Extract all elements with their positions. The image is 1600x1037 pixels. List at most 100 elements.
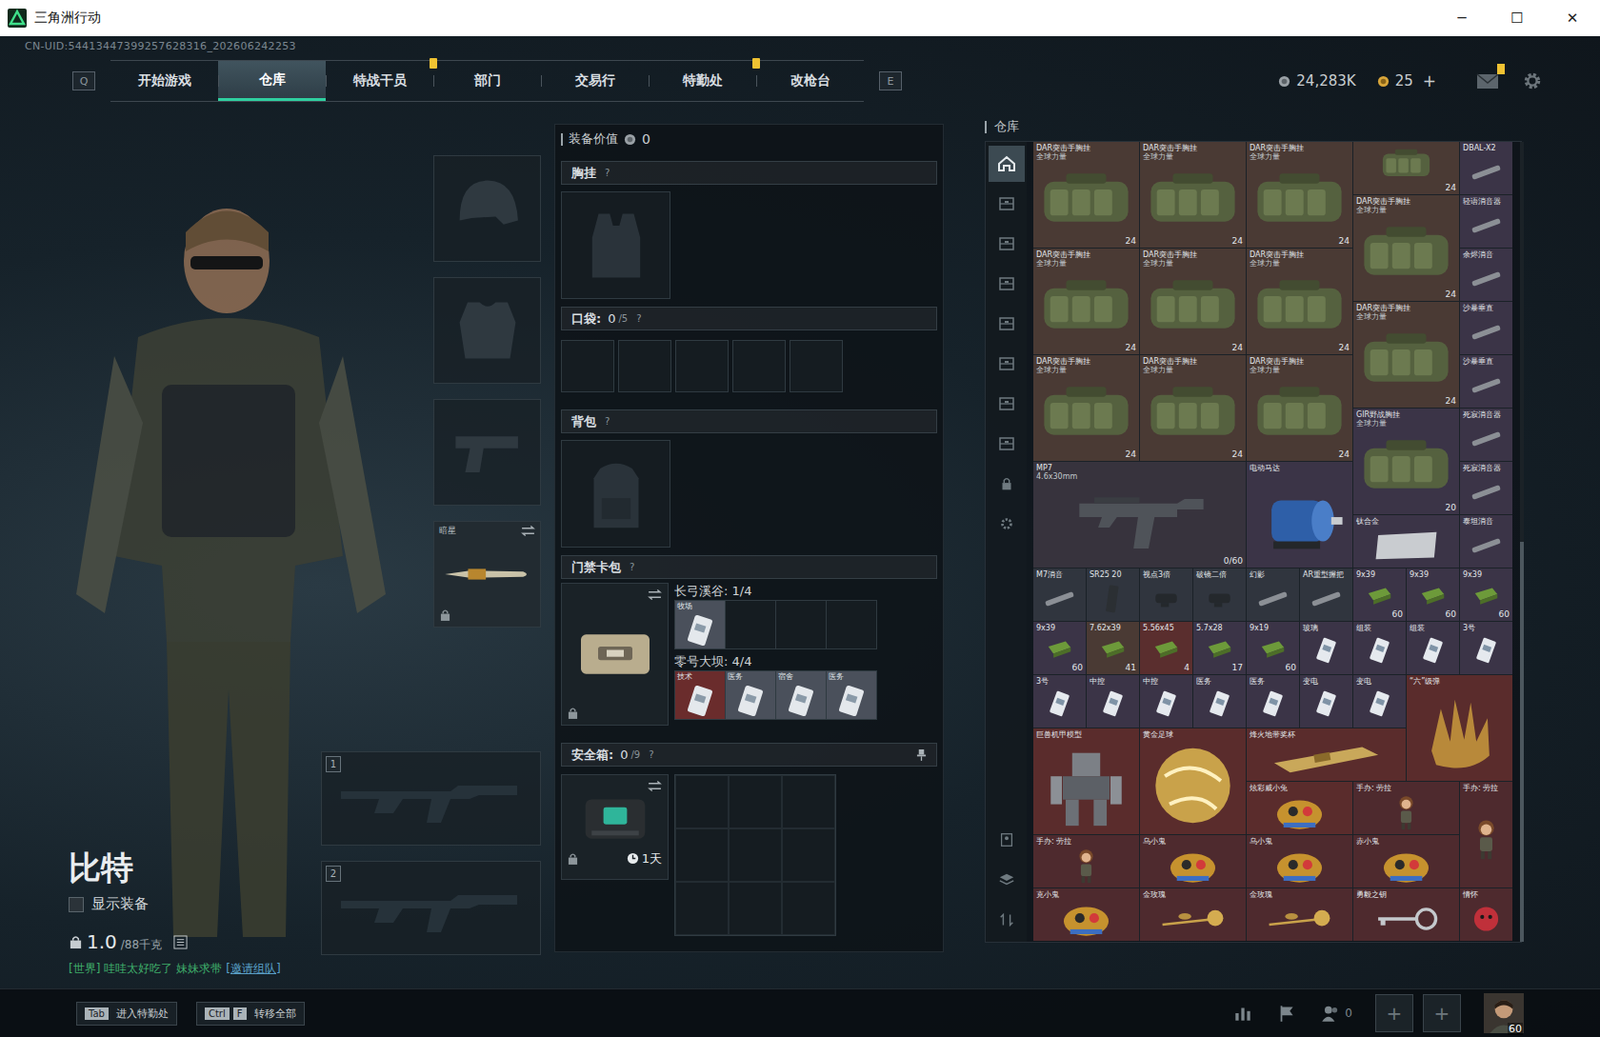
keycard-slot[interactable]: 技术 (675, 671, 726, 720)
warehouse-item[interactable]: 电动马达 (1246, 461, 1353, 568)
warehouse-item[interactable]: 5.56x454 (1140, 621, 1193, 675)
key-hint[interactable]: Tab进入特勤处 (76, 1001, 178, 1026)
equipment-slot[interactable]: 暗星 (433, 520, 541, 628)
warehouse-item[interactable]: DBAL-X2 (1460, 141, 1513, 195)
warehouse-item[interactable]: 组装 (1353, 621, 1406, 675)
warehouse-item[interactable]: 9x3960 (1353, 568, 1406, 621)
warehouse-item[interactable]: 乌小鬼 (1246, 835, 1353, 888)
warehouse-item[interactable]: 手办: 劳拉 (1460, 781, 1513, 888)
sort-icon[interactable] (998, 911, 1016, 929)
warehouse-item[interactable]: “六”级弹 (1406, 675, 1513, 781)
nav-tab[interactable]: 改枪台 (756, 60, 864, 101)
pocket-slot[interactable] (560, 340, 615, 393)
warehouse-item[interactable]: 克小鬼 (1033, 888, 1140, 941)
warehouse-scrollbar[interactable] (1520, 141, 1524, 942)
warehouse-item[interactable]: 沙暴垂直 (1460, 355, 1513, 408)
warehouse-item[interactable]: 9x3960 (1460, 568, 1513, 621)
team-count[interactable]: 0 (1320, 1002, 1353, 1024)
weapon-slot[interactable]: 1 (320, 751, 541, 846)
nav-tab[interactable]: 特战干员 (325, 60, 434, 101)
prev-tab-key[interactable]: Q (72, 71, 96, 91)
warehouse-item[interactable]: 余烬消音 (1460, 248, 1513, 301)
person-icon[interactable] (998, 831, 1016, 849)
help-button[interactable]: ? (629, 561, 635, 573)
nav-tab[interactable]: 部门 (433, 60, 541, 101)
warehouse-item[interactable]: DAR突击手胸挂全球力量24 (1246, 141, 1353, 248)
warehouse-item[interactable]: 7.62x3941 (1086, 621, 1140, 675)
warehouse-item[interactable]: 钛合金 (1353, 515, 1460, 568)
checkbox[interactable] (68, 897, 84, 913)
warehouse-item[interactable]: DAR突击手胸挂全球力量24 (1246, 355, 1353, 461)
secure-container-cell[interactable] (675, 775, 729, 829)
secure-container-cell[interactable] (675, 881, 729, 936)
warehouse-tab[interactable] (988, 345, 1025, 382)
nav-tab[interactable]: 仓库 (218, 60, 326, 101)
keycard-wallet-slot[interactable] (560, 582, 669, 726)
help-button[interactable]: ? (636, 313, 641, 324)
warehouse-item[interactable]: DAR突击手胸挂全球力量24 (1353, 195, 1460, 301)
warehouse-item[interactable]: 视点3倍 (1140, 568, 1193, 621)
warehouse-item[interactable]: 变电 (1300, 675, 1353, 728)
warehouse-tab[interactable] (988, 145, 1025, 182)
gear-icon[interactable] (998, 515, 1016, 533)
warehouse-item[interactable]: MP74.6x30mm0/60 (1033, 461, 1246, 568)
secure-container-cell[interactable] (728, 881, 782, 936)
warehouse-tab[interactable] (988, 265, 1025, 302)
nav-tab[interactable]: 开始游戏 (110, 60, 219, 101)
warehouse-item[interactable]: 乌小鬼 (1140, 835, 1246, 888)
warehouse-item[interactable]: DAR突击手胸挂全球力量24 (1033, 141, 1140, 248)
warehouse-item[interactable]: 9x3960 (1033, 621, 1086, 675)
pocket-slot[interactable] (675, 340, 729, 393)
warehouse-item[interactable]: 情怀 (1460, 888, 1513, 941)
warehouse-item[interactable]: 沙暴垂直 (1460, 301, 1513, 355)
warehouse-item[interactable]: 勇毅之钥 (1353, 888, 1460, 941)
window-control-button[interactable]: ✕ (1544, 0, 1600, 37)
warehouse-item[interactable]: 炫彩威小兔 (1246, 781, 1353, 835)
warehouse-item[interactable]: 死寂消音器 (1460, 461, 1513, 515)
warehouse-item[interactable]: DAR突击手胸挂全球力量24 (1140, 355, 1246, 461)
warehouse-item[interactable]: DAR突击手胸挂全球力量24 (1246, 248, 1353, 355)
warehouse-item[interactable]: 3号 (1033, 675, 1086, 728)
warehouse-item[interactable]: 组装 (1406, 621, 1460, 675)
warehouse-item[interactable]: 医务 (1246, 675, 1300, 728)
warehouse-tab[interactable] (988, 305, 1025, 342)
warehouse-item[interactable]: 3号 (1460, 621, 1513, 675)
swap-icon[interactable] (520, 525, 536, 537)
warehouse-item[interactable]: DAR突击手胸挂全球力量24 (1033, 355, 1140, 461)
warehouse-item[interactable]: AR重型握把 (1300, 568, 1353, 621)
warehouse-item[interactable]: 泰坦消音 (1460, 515, 1513, 568)
warehouse-item[interactable]: DAR突击手胸挂全球力量24 (1353, 301, 1460, 408)
secure-container-cell[interactable] (781, 775, 836, 829)
list-icon[interactable] (173, 935, 188, 950)
keycard-slot[interactable]: 医务 (826, 671, 877, 720)
mail-button[interactable] (1476, 71, 1501, 91)
warehouse-item[interactable]: 医务 (1193, 675, 1246, 728)
warehouse-item[interactable]: 金玫瑰 (1246, 888, 1353, 941)
warehouse-tab[interactable] (988, 425, 1025, 462)
backpack-slot[interactable] (560, 440, 671, 548)
invite-slot-button[interactable]: + (1422, 994, 1461, 1033)
warehouse-item[interactable]: DAR突击手胸挂全球力量24 (1140, 248, 1246, 355)
invite-link[interactable]: [邀请组队] (225, 960, 280, 978)
warehouse-item[interactable]: M7消音 (1033, 568, 1086, 621)
warehouse-item[interactable]: 9x1960 (1246, 621, 1300, 675)
pocket-slot[interactable] (732, 340, 786, 393)
warehouse-item[interactable]: 手办: 劳拉 (1353, 781, 1460, 835)
warehouse-item[interactable]: 中控 (1140, 675, 1193, 728)
warehouse-item[interactable]: 轻语消音器 (1460, 195, 1513, 248)
pocket-slot[interactable] (618, 340, 672, 393)
secure-container-cell[interactable] (675, 828, 729, 882)
equipment-slot[interactable] (433, 277, 541, 384)
secure-container-cell[interactable] (728, 828, 782, 882)
swap-icon[interactable] (647, 780, 662, 792)
add-currency-button[interactable]: + (1422, 71, 1437, 91)
invite-slot-button[interactable]: + (1375, 994, 1414, 1033)
keycard-slot[interactable]: 宿舍 (776, 671, 827, 720)
warehouse-tab[interactable] (988, 385, 1025, 422)
warehouse-item[interactable]: 死寂消音器 (1460, 408, 1513, 461)
secure-container-cell[interactable] (781, 881, 836, 936)
window-control-button[interactable]: ☐ (1489, 0, 1545, 37)
keycard-slot[interactable]: 医务 (725, 671, 777, 720)
warehouse-item[interactable]: 5.7x2817 (1193, 621, 1246, 675)
pocket-slot[interactable] (789, 340, 843, 393)
